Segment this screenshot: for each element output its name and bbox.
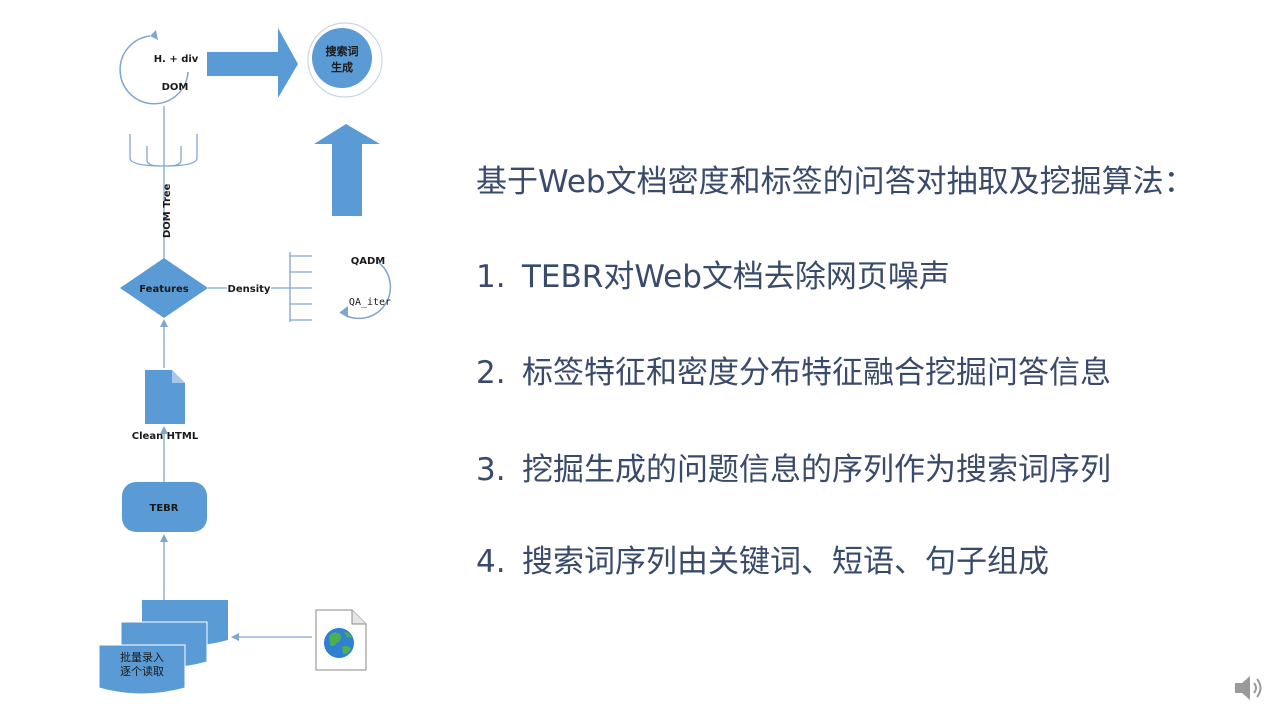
speaker-icon[interactable] (1232, 672, 1266, 704)
clean-html-doc-fold (172, 370, 185, 383)
top-loop-label-1: H. + div (154, 54, 199, 65)
top-loop-arrowhead (150, 30, 158, 40)
clean-html-document: Clean HTML (132, 370, 199, 442)
flow-diagram: H. + div DOM 搜索词 生成 DOM Tree Features De… (98, 22, 392, 695)
list-item-3: 3. 挖掘生成的问题信息的序列作为搜索词序列 (476, 444, 1111, 489)
big-right-arrow (207, 28, 298, 98)
list-item-number: 3. (476, 452, 506, 488)
list-item-1: 1. TEBR对Web文档去除网页噪声 (476, 251, 950, 296)
list-item-text: TEBR对Web文档去除网页噪声 (522, 259, 950, 295)
clean-html-label: Clean HTML (132, 431, 199, 442)
right-loop-arrowhead (340, 306, 348, 318)
tebr-label: TEBR (150, 503, 179, 514)
dom-tree-label: DOM Tree (162, 183, 173, 238)
density-bracket (289, 252, 312, 322)
list-item-number: 2. (476, 355, 506, 391)
slide-heading: 基于Web文档密度和标签的问答对抽取及挖掘算法： (476, 164, 1195, 200)
top-loop-label-2: DOM (162, 82, 189, 93)
right-loop-label-2: QA_iter (349, 297, 391, 308)
list-item-number: 4. (476, 544, 506, 580)
speaker-wave-1 (1253, 682, 1257, 694)
list-item-number: 1. (476, 259, 506, 295)
speaker-wave-2 (1256, 678, 1262, 698)
target-circle (312, 28, 372, 88)
globe-file-icon (315, 609, 367, 671)
list-item-text: 标签特征和密度分布特征融合挖掘问答信息 (522, 355, 1111, 391)
list-item-text: 搜索词序列由关键词、短语、句子组成 (522, 544, 1049, 580)
features-diamond-node: Features (120, 258, 208, 318)
right-loop-node: QADM QA_iter (339, 256, 392, 320)
list-item-2: 2. 标签特征和密度分布特征融合挖掘问答信息 (476, 347, 1111, 392)
top-loop-arc (119, 35, 189, 105)
tebr-node: TEBR (122, 482, 207, 532)
target-circle-label-1: 搜索词 (326, 44, 359, 58)
list-item-text: 挖掘生成的问题信息的序列作为搜索词序列 (522, 452, 1111, 488)
globe-icon (324, 628, 354, 658)
density-label: Density (228, 284, 271, 295)
list-item-4: 4. 搜索词序列由关键词、短语、句子组成 (476, 536, 1049, 581)
top-loop-node: H. + div DOM (119, 30, 199, 105)
target-circle-label-2: 生成 (331, 60, 353, 74)
doc-stack-label-1: 批量录入 (120, 650, 164, 664)
multi-document-stack: 批量录入 逐个读取 (98, 600, 228, 695)
big-up-arrow (314, 124, 380, 216)
target-circle-node: 搜索词 生成 (307, 22, 383, 98)
doc-stack-label-2: 逐个读取 (120, 664, 164, 678)
right-loop-label-1: QADM (351, 256, 386, 267)
slide: H. + div DOM 搜索词 生成 DOM Tree Features De… (0, 0, 1280, 720)
speaker-body (1235, 676, 1250, 700)
features-label: Features (139, 284, 189, 295)
